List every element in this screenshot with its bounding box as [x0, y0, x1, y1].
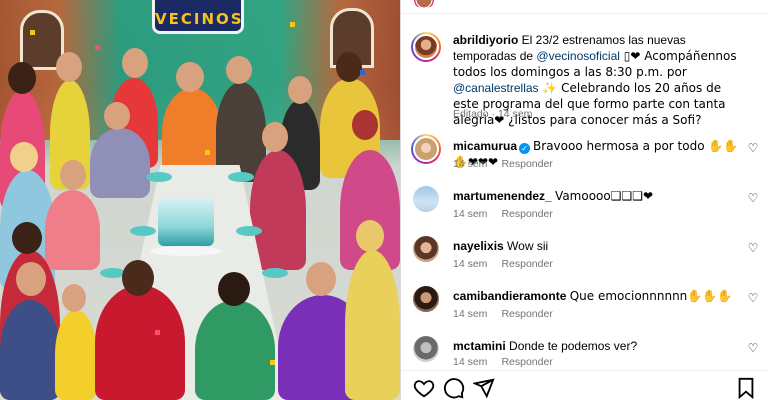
media-person-head [336, 52, 362, 82]
comment-time: 14 sem [453, 258, 488, 270]
comment-like-heart-icon[interactable]: ♡ [747, 192, 759, 204]
media-plate [130, 226, 156, 236]
media-confetti [155, 330, 160, 335]
media-person-head [56, 52, 82, 82]
media-confetti [360, 70, 365, 75]
media-person-head [176, 62, 204, 92]
media-person [195, 300, 275, 400]
comment-like-heart-icon[interactable]: ♡ [747, 342, 759, 354]
verified-badge-icon: ✓ [519, 143, 531, 154]
comment-like-heart-icon[interactable]: ♡ [747, 142, 759, 154]
media-plate [262, 268, 288, 278]
comment-meta: 14 sem Responder [453, 356, 553, 368]
media-confetti [205, 150, 210, 155]
reply-button[interactable]: Responder [501, 308, 552, 320]
media-person-head [12, 222, 42, 254]
comment-meta: 14 sem Responder [453, 158, 553, 170]
reply-button[interactable]: Responder [501, 158, 552, 170]
media-person-head [356, 220, 384, 252]
comment-avatar[interactable] [411, 234, 441, 264]
comment-body: Wow sii [507, 239, 549, 253]
media-person-head [288, 76, 312, 104]
edited-time: 14 sem [497, 108, 533, 120]
caption-username[interactable]: abrildiyorio [453, 33, 518, 47]
comment-text: camibandieramonte Que emocionnnnnn✋✋✋ [453, 288, 743, 304]
media-person-head [122, 48, 148, 78]
comment-text: martumenendez_ Vamoooo❑❑❑❤ [453, 188, 743, 204]
mention-link[interactable]: @canalestrellas [453, 81, 539, 95]
mention-link[interactable]: @vecinosoficial [536, 49, 620, 63]
media-plate [228, 172, 254, 182]
comment-body: Que emocionnnnnn✋✋✋ [569, 289, 733, 303]
media-confetti [30, 30, 35, 35]
media-person-head [104, 102, 130, 130]
comment-avatar[interactable] [411, 334, 441, 364]
comment-username[interactable]: camibandieramonte [453, 289, 566, 303]
media-person-head [306, 262, 336, 296]
media-person [55, 310, 97, 400]
media-person-head [62, 284, 86, 312]
comment-username[interactable]: micamurua [453, 139, 517, 153]
comment-avatar[interactable] [411, 134, 441, 164]
heart-icon[interactable] [413, 377, 435, 399]
post-action-bar [401, 370, 768, 400]
media-person [90, 128, 150, 198]
reply-button[interactable]: Responder [501, 208, 552, 220]
comment-text: mctamini Donde te podemos ver? [453, 338, 743, 354]
media-person-head [226, 56, 252, 84]
media-person-head [16, 262, 46, 296]
media-plate [146, 172, 172, 182]
media-plate [236, 226, 262, 236]
edited-label: Editado [453, 108, 489, 120]
media-confetti [290, 22, 295, 27]
header-avatar[interactable] [411, 0, 437, 8]
bookmark-icon[interactable] [735, 377, 757, 400]
comment-username[interactable]: mctamini [453, 339, 506, 353]
comment-time: 14 sem [453, 356, 488, 368]
post-media-image[interactable]: VECINOS [0, 0, 400, 400]
media-person [250, 150, 306, 270]
media-birthday-cake [158, 198, 214, 246]
comment-body: Donde te podemos ver? [509, 339, 638, 353]
paper-plane-icon[interactable] [471, 377, 495, 399]
media-show-logo: VECINOS [152, 0, 244, 34]
comment-time: 14 sem [453, 208, 488, 220]
media-person-head [122, 260, 154, 296]
comment-time: 14 sem [453, 158, 488, 170]
media-person-head [10, 142, 38, 172]
comment-avatar[interactable] [411, 184, 441, 214]
comment-meta: 14 sem Responder [453, 208, 553, 220]
media-confetti [270, 360, 275, 365]
comment-like-heart-icon[interactable]: ♡ [747, 242, 759, 254]
comment-username[interactable]: nayelixis [453, 239, 504, 253]
reply-button[interactable]: Responder [501, 258, 552, 270]
comment-body: Vamoooo❑❑❑❤ [555, 189, 654, 203]
comment-username[interactable]: martumenendez_ [453, 189, 552, 203]
media-person [345, 250, 400, 400]
comment-time: 14 sem [453, 308, 488, 320]
comment-meta: 14 sem Responder [453, 308, 553, 320]
comments-panel: abrildiyorio El 23/2 estrenamos las nuev… [400, 0, 768, 400]
media-person-head [218, 272, 250, 306]
media-cake-stand [150, 246, 222, 256]
media-person [162, 88, 222, 178]
media-confetti [95, 45, 100, 50]
comment-avatar[interactable] [411, 284, 441, 314]
media-person [0, 300, 60, 400]
comment-bubble-icon[interactable] [443, 377, 465, 399]
comment-text: nayelixis Wow sii [453, 238, 743, 254]
reply-button[interactable]: Responder [501, 356, 552, 368]
caption-meta: Editado · 14 sem [453, 108, 533, 120]
comment-like-heart-icon[interactable]: ♡ [747, 292, 759, 304]
caption-avatar[interactable] [411, 32, 441, 62]
media-person [95, 285, 185, 400]
media-person-head [352, 110, 378, 140]
media-person-head [8, 62, 36, 94]
media-person [45, 190, 100, 270]
media-person-head [60, 160, 86, 190]
post-header-edge [401, 0, 768, 14]
media-person-head [262, 122, 288, 152]
comment-meta: 14 sem Responder [453, 258, 553, 270]
